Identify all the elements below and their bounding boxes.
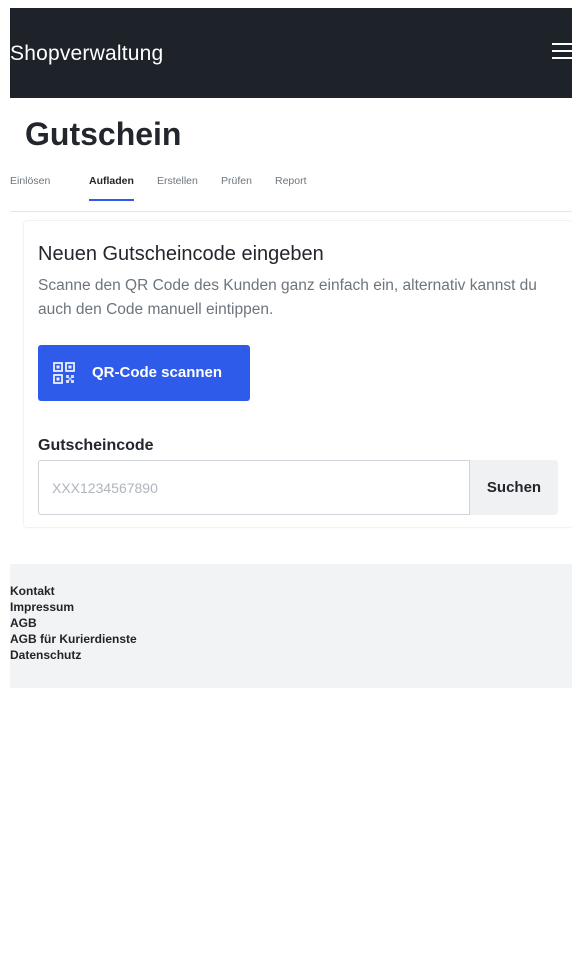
- footer-links: Kontakt Impressum AGB AGB für Kurierdien…: [10, 583, 137, 663]
- scan-qr-code-label: QR-Code scannen: [92, 364, 223, 381]
- search-button[interactable]: Suchen: [470, 460, 558, 515]
- scan-qr-code-button[interactable]: QR-Code scannen: [38, 345, 250, 401]
- tab-report[interactable]: Report: [275, 175, 307, 187]
- hamburger-menu-icon[interactable]: [552, 43, 572, 61]
- voucher-code-card: Neuen Gutscheincode eingeben Scanne den …: [24, 221, 572, 527]
- footer-link-datenschutz[interactable]: Datenschutz: [10, 647, 137, 663]
- tab-pruefen[interactable]: Prüfen: [221, 175, 252, 187]
- voucher-code-input-group: Suchen: [38, 460, 558, 515]
- voucher-code-input[interactable]: [38, 460, 470, 515]
- footer-link-agb-kurierdienste[interactable]: AGB für Kurierdienste: [10, 631, 137, 647]
- tab-erstellen[interactable]: Erstellen: [157, 175, 198, 187]
- footer: Kontakt Impressum AGB AGB für Kurierdien…: [10, 564, 572, 688]
- footer-link-agb[interactable]: AGB: [10, 615, 137, 631]
- top-navbar: Shopverwaltung: [10, 8, 572, 98]
- tab-aufladen[interactable]: Aufladen: [89, 175, 134, 201]
- qr-code-icon: [53, 362, 75, 384]
- card-title: Neuen Gutscheincode eingeben: [38, 243, 324, 265]
- page-frame: Shopverwaltung Gutschein Einlösen Auflad…: [10, 8, 572, 980]
- footer-link-impressum[interactable]: Impressum: [10, 599, 137, 615]
- card-description: Scanne den QR Code des Kunden ganz einfa…: [38, 277, 537, 318]
- page-title: Gutschein: [25, 116, 182, 152]
- footer-link-kontakt[interactable]: Kontakt: [10, 583, 137, 599]
- tab-bar: Einlösen Aufladen Erstellen Prüfen Repor…: [10, 175, 572, 212]
- tab-einloesen[interactable]: Einlösen: [10, 175, 50, 187]
- voucher-code-label: Gutscheincode: [38, 437, 154, 454]
- brand-title[interactable]: Shopverwaltung: [10, 42, 163, 66]
